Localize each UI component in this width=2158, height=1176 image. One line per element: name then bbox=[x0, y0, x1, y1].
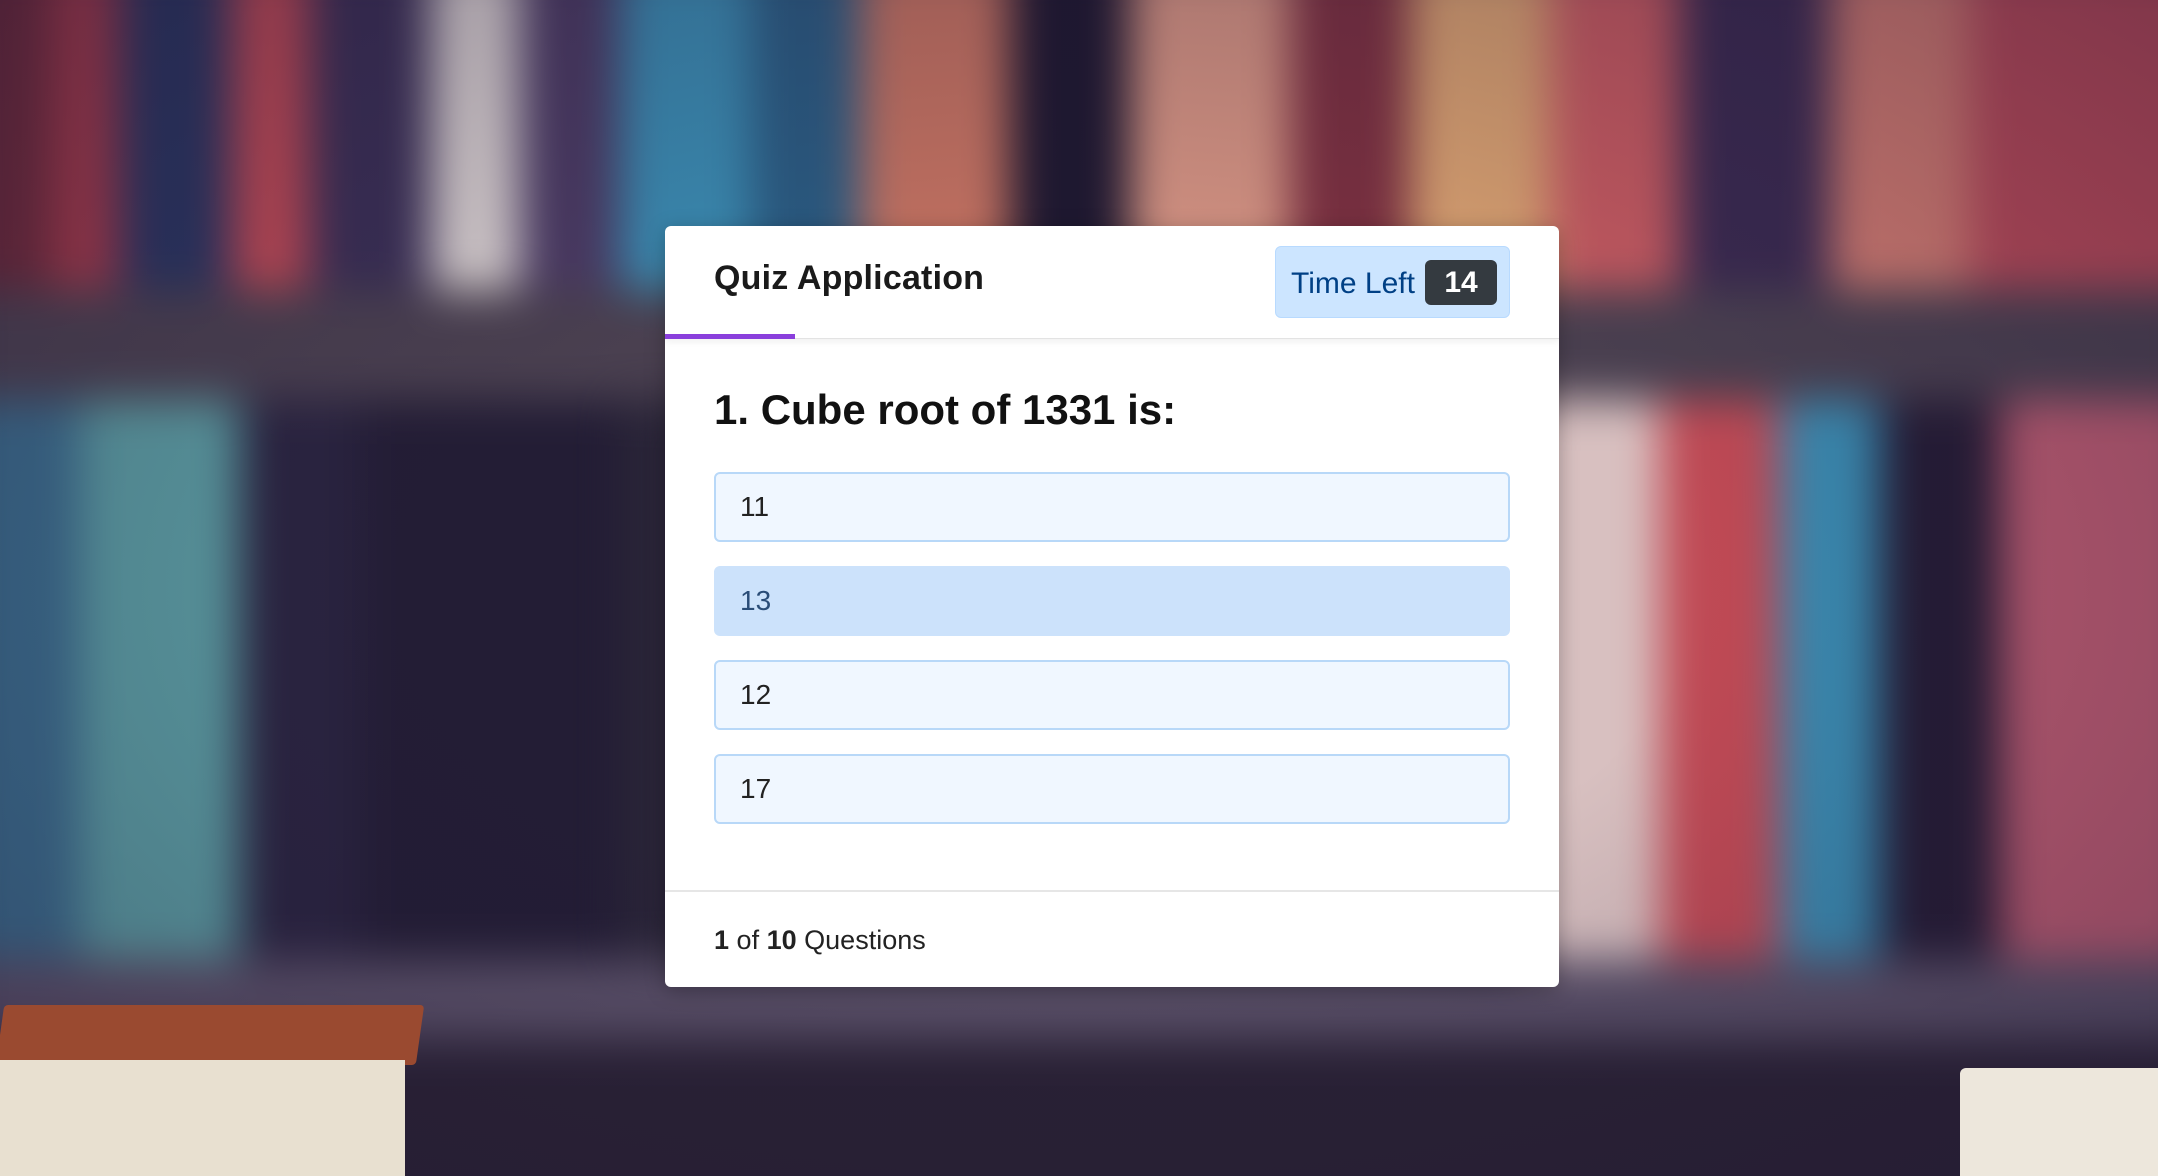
quiz-header: Quiz Application Time Left 14 bbox=[665, 226, 1559, 339]
timer-value: 14 bbox=[1425, 260, 1497, 305]
foreground-book-right bbox=[1960, 1068, 2158, 1176]
answer-option[interactable]: 17 bbox=[714, 754, 1510, 824]
answer-option[interactable]: 11 bbox=[714, 472, 1510, 542]
counter-suffix: Questions bbox=[804, 925, 926, 955]
quiz-card: Quiz Application Time Left 14 1. Cube ro… bbox=[665, 226, 1559, 987]
foreground-book-left-pages bbox=[0, 1060, 405, 1176]
foreground-book-left bbox=[0, 1005, 425, 1065]
quiz-footer: 1 of 10 Questions bbox=[665, 890, 1559, 987]
question-text: 1. Cube root of 1331 is: bbox=[714, 386, 1177, 433]
answer-option[interactable]: 12 bbox=[714, 660, 1510, 730]
current-question-number: 1 bbox=[714, 925, 730, 955]
timer-badge: Time Left 14 bbox=[1275, 246, 1510, 318]
answer-options-list: 11 13 12 17 bbox=[714, 472, 1510, 848]
timer-label: Time Left bbox=[1291, 267, 1415, 300]
app-title: Quiz Application bbox=[714, 259, 985, 297]
answer-option[interactable]: 13 bbox=[714, 566, 1510, 636]
counter-of-word: of bbox=[736, 925, 760, 955]
total-questions-number: 10 bbox=[766, 925, 797, 955]
quiz-progress-bar bbox=[665, 334, 795, 339]
question-counter: 1 of 10 Questions bbox=[714, 925, 926, 956]
